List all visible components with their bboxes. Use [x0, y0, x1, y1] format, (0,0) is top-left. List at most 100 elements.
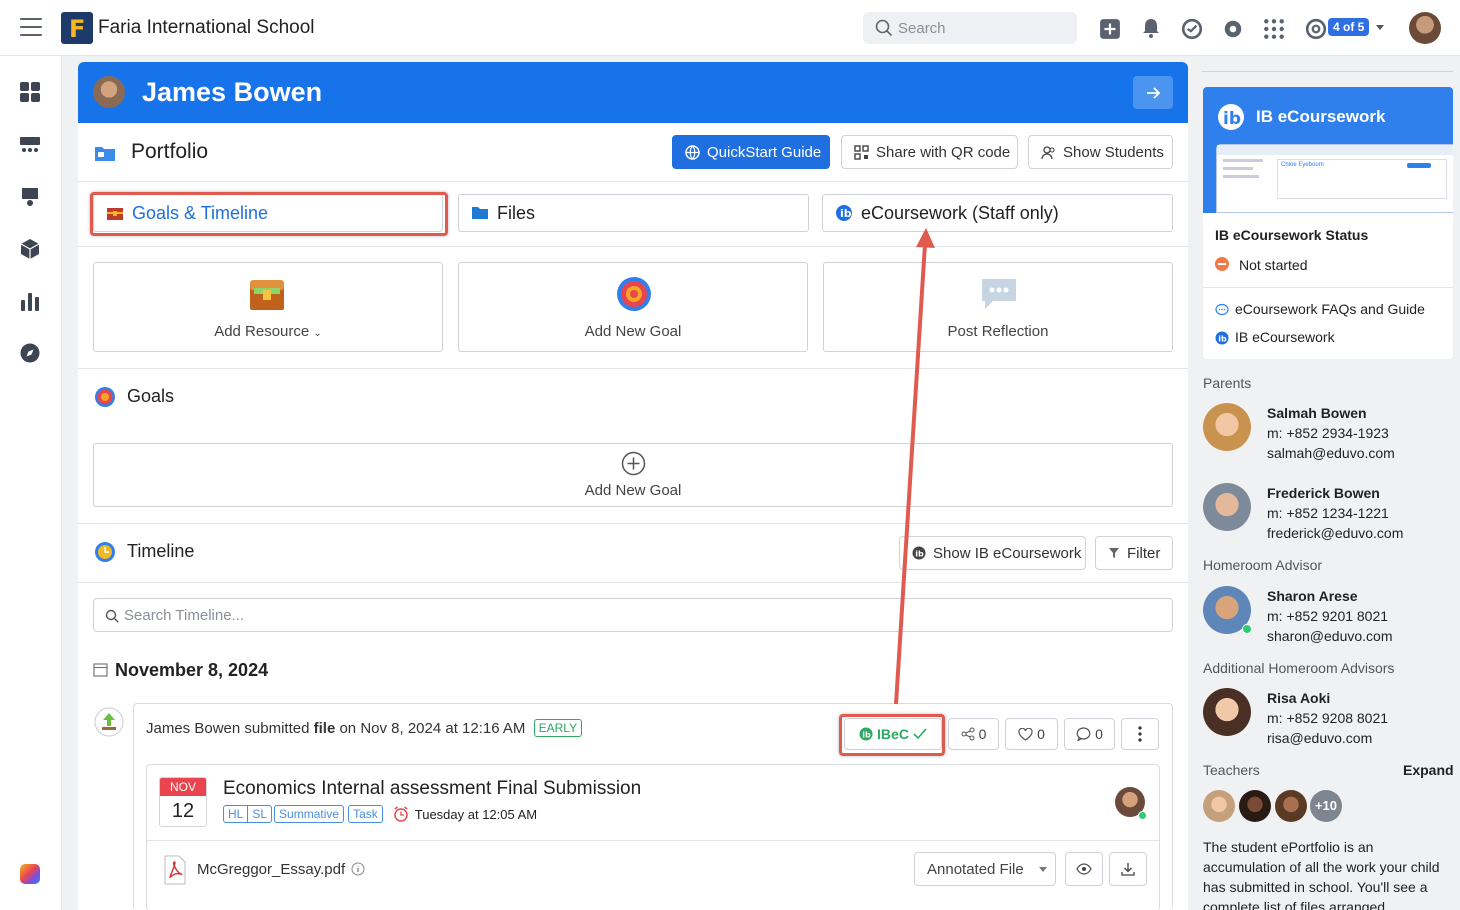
menu-icon[interactable] — [20, 18, 42, 36]
timeline-search-input[interactable]: Search Timeline... — [93, 598, 1173, 632]
more-teachers-badge[interactable]: +10 — [1310, 790, 1342, 822]
global-search-input[interactable]: Search — [863, 12, 1077, 44]
show-students-label: Show Students — [1063, 143, 1164, 161]
tab-ecoursework[interactable]: ib eCoursework (Staff only) — [822, 194, 1173, 232]
show-ib-ecoursework-button[interactable]: ib Show IB eCoursework — [899, 536, 1086, 570]
advisor-name[interactable]: Sharon Arese — [1267, 586, 1393, 606]
tag-hl: HL — [224, 806, 249, 822]
share-qr-button[interactable]: Share with QR code — [841, 135, 1018, 169]
ib-ecoursework-banner[interactable]: ib IB eCoursework Chloe Eyeboum — [1203, 87, 1453, 213]
analytics-chart-icon[interactable] — [19, 290, 41, 312]
entry-actor[interactable]: James Bowen — [146, 720, 240, 737]
parent-card: Salmah Bowen m: +852 2934-1923 salmah@ed… — [1203, 403, 1453, 463]
teacher-avatar[interactable] — [1275, 790, 1307, 822]
add-icon[interactable] — [1099, 18, 1121, 40]
parent-avatar[interactable] — [1203, 403, 1251, 451]
assignment-title[interactable]: Economics Internal assessment Final Subm… — [223, 778, 641, 800]
tab-files[interactable]: Files — [458, 194, 809, 232]
ib-status-heading: IB eCoursework Status — [1215, 227, 1369, 243]
info-icon[interactable] — [351, 862, 365, 876]
dashboard-icon[interactable] — [19, 81, 41, 103]
ib-ecoursework-card: ib IB eCoursework Chloe Eyeboum IB eCour… — [1203, 87, 1453, 359]
parent-email[interactable]: frederick@eduvo.com — [1267, 523, 1403, 543]
post-reflection-label: Post Reflection — [947, 323, 1049, 340]
tag-task: Task — [348, 805, 383, 823]
parent-phone: m: +852 1234-1221 — [1267, 505, 1389, 521]
parent-email[interactable]: salmah@eduvo.com — [1267, 443, 1395, 463]
preview-file-button[interactable] — [1065, 852, 1103, 886]
divider — [78, 582, 1188, 583]
apps-grid-icon[interactable] — [1263, 18, 1285, 40]
post-reflection-card[interactable]: Post Reflection — [823, 262, 1173, 352]
settings-gear-icon[interactable] — [1222, 18, 1244, 40]
download-file-button[interactable] — [1109, 852, 1147, 886]
search-icon — [105, 609, 119, 623]
notifications-bell-icon[interactable] — [1140, 17, 1162, 39]
parent-avatar[interactable] — [1203, 483, 1251, 531]
portfolio-panel: James Bowen Portfolio QuickStart Guide S… — [78, 62, 1188, 910]
share-count-button[interactable]: 0 — [948, 718, 999, 750]
show-students-button[interactable]: Show Students — [1028, 135, 1173, 169]
divider — [78, 181, 1188, 182]
add-new-goal-box[interactable]: Add New Goal — [93, 443, 1173, 507]
filter-button[interactable]: Filter — [1095, 536, 1173, 570]
comment-count-button[interactable]: 0 — [1064, 718, 1115, 750]
top-bar: Faria International School Search 4 of 5 — [0, 0, 1460, 56]
eye-icon — [1076, 863, 1092, 875]
globe-icon — [685, 144, 700, 160]
user-avatar[interactable] — [1409, 12, 1441, 44]
teacher-avatar[interactable] — [1239, 790, 1271, 822]
alarm-clock-icon — [394, 806, 408, 822]
open-profile-button[interactable] — [1133, 76, 1173, 109]
add-new-goal-box-label: Add New Goal — [584, 482, 682, 499]
filter-funnel-icon — [1109, 548, 1119, 558]
portfolio-description: The student ePortfolio is an accumulatio… — [1203, 839, 1440, 910]
school-logo[interactable] — [61, 12, 93, 44]
like-count-button[interactable]: 0 — [1005, 718, 1058, 750]
file-name[interactable]: McGreggor_Essay.pdf — [197, 861, 345, 878]
faq-guide-link[interactable]: eCoursework FAQs and Guide — [1235, 301, 1425, 317]
quickstart-guide-button[interactable]: QuickStart Guide — [672, 135, 830, 169]
teacher-avatar[interactable] — [1203, 790, 1235, 822]
school-switcher-icon[interactable] — [1305, 18, 1327, 40]
add-new-goal-card[interactable]: Add New Goal — [458, 262, 808, 352]
advisor-email[interactable]: sharon@eduvo.com — [1267, 626, 1393, 646]
faria-apps-icon[interactable] — [20, 864, 40, 884]
divider — [1203, 287, 1453, 288]
homeroom-advisor-card: Sharon Arese m: +852 9201 8021 sharon@ed… — [1203, 586, 1453, 646]
expand-teachers-link[interactable]: Expand — [1403, 762, 1454, 778]
cube-icon[interactable] — [19, 238, 41, 260]
not-started-status-icon — [1215, 257, 1229, 271]
school-name[interactable]: Faria International School — [98, 17, 315, 39]
timeline-date-heading: November 8, 2024 — [115, 660, 269, 680]
ib-ecoursework-link[interactable]: IB eCoursework — [1235, 329, 1335, 345]
chevron-down-icon[interactable] — [1376, 25, 1384, 30]
parents-label: Parents — [1203, 375, 1252, 391]
assignment-card[interactable]: NOV 12 Economics Internal assessment Fin… — [146, 764, 1160, 910]
parent-name[interactable]: Frederick Bowen — [1267, 483, 1403, 503]
timeline-search-placeholder: Search Timeline... — [124, 607, 245, 624]
divider — [78, 368, 1188, 369]
annotated-file-dropdown[interactable]: Annotated File — [914, 852, 1056, 886]
teaching-board-icon[interactable] — [19, 186, 41, 208]
ib-logo-icon: ib — [912, 546, 926, 560]
like-count: 0 — [1037, 726, 1045, 742]
quickstart-label: QuickStart Guide — [707, 143, 822, 161]
additional-advisor-name[interactable]: Risa Aoki — [1267, 688, 1388, 708]
share-icon — [961, 727, 975, 741]
additional-advisor-avatar[interactable] — [1203, 688, 1251, 736]
messages-icon[interactable] — [1181, 18, 1203, 40]
parent-name[interactable]: Salmah Bowen — [1267, 403, 1395, 423]
compass-icon[interactable] — [19, 342, 41, 364]
caret-down-icon — [1038, 866, 1047, 872]
svg-text:ib: ib — [915, 550, 924, 559]
additional-advisor-email[interactable]: risa@eduvo.com — [1267, 728, 1388, 748]
more-options-button[interactable] — [1121, 718, 1159, 750]
classes-icon[interactable] — [19, 134, 41, 156]
add-resource-card[interactable]: Add Resource ⌄ — [93, 262, 443, 352]
ib-app-preview: Chloe Eyeboum — [1216, 144, 1453, 213]
school-switcher-badge[interactable]: 4 of 5 — [1328, 18, 1370, 36]
additional-advisor-card: Risa Aoki m: +852 9208 8021 risa@eduvo.c… — [1203, 688, 1453, 748]
divider — [78, 523, 1188, 524]
timeline-entry: James Bowen submitted file on Nov 8, 202… — [133, 703, 1173, 910]
